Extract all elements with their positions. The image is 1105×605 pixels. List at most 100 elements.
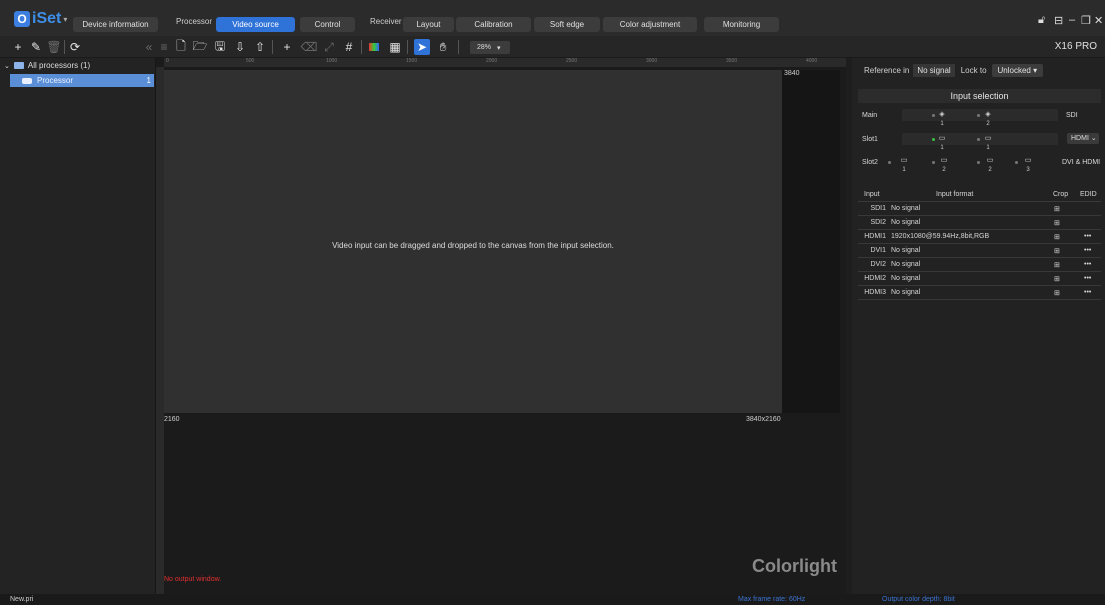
edid-menu[interactable]: ••• — [1084, 289, 1091, 296]
row-input: DVI1 — [870, 247, 886, 254]
table-row[interactable]: HDMI3 No signal ⊞ ••• — [858, 286, 1101, 300]
input-selection-title: Input selection — [858, 89, 1101, 103]
refresh-icon[interactable]: ⟳ — [67, 39, 83, 55]
ruler-tick: 1500 — [406, 58, 418, 64]
lock-to-select[interactable]: Unlocked ▾ — [991, 64, 1044, 77]
chevron-down-icon[interactable]: ⌄ — [4, 62, 10, 70]
edid-menu[interactable]: ••• — [1084, 261, 1091, 268]
tree-item-label: Processor — [37, 76, 74, 85]
col-input-format: Input format — [936, 191, 974, 198]
logo-mark: O — [14, 11, 30, 27]
table-row[interactable]: SDI1 No signal ⊞ — [858, 202, 1101, 216]
main-label: Main — [862, 112, 878, 119]
tab-monitoring[interactable]: Monitoring — [704, 17, 779, 32]
edit-icon[interactable]: ✎ — [28, 39, 44, 55]
toolbar-divider — [407, 40, 408, 54]
dvi-port-icon[interactable]: ▭ — [936, 156, 952, 164]
row-input: HDMI3 — [864, 289, 886, 296]
row-format: No signal — [891, 261, 921, 268]
add-window-icon[interactable]: + — [279, 39, 295, 55]
vertical-ruler — [156, 67, 164, 594]
edid-menu[interactable]: ••• — [1084, 233, 1091, 240]
export-icon[interactable]: ⇧ — [252, 39, 268, 55]
crop-icon[interactable]: ⊞ — [1054, 247, 1060, 255]
output-canvas[interactable]: Video input can be dragged and dropped t… — [164, 70, 782, 413]
ruler-tick: 500 — [246, 58, 255, 64]
ruler-tick: 0 — [166, 58, 169, 64]
add-icon[interactable]: + — [10, 39, 26, 55]
dvi-port-icon[interactable]: ▭ — [896, 156, 912, 164]
color-bars-icon[interactable] — [366, 39, 382, 55]
clear-icon[interactable]: ⌫ — [301, 39, 318, 55]
minimize-icon[interactable]: – — [1069, 14, 1075, 26]
horizontal-ruler: 0 500 1000 1500 2000 2500 3000 3500 4000 — [164, 58, 846, 67]
crop-icon[interactable]: ⊞ — [1054, 261, 1060, 269]
row-input: SDI2 — [870, 219, 886, 226]
fit-icon[interactable]: ⤢ — [321, 39, 337, 55]
sdi-port-icon[interactable]: ◈ — [980, 110, 996, 118]
sdi-port-icon[interactable]: ◈ — [934, 110, 950, 118]
tree-item-processor[interactable]: Processor 1 — [10, 74, 154, 87]
canvas-height-label: 2160 — [164, 416, 180, 423]
group-label-receiver: Receiver — [370, 17, 402, 26]
app-logo[interactable]: O iSet ▾ — [14, 9, 67, 29]
tab-soft-edge[interactable]: Soft edge — [534, 17, 600, 32]
file-name: New.pri — [10, 596, 34, 603]
table-row[interactable]: DVI2 No signal ⊞ ••• — [858, 258, 1101, 272]
crop-icon[interactable]: ⊞ — [1054, 205, 1060, 213]
tree-root[interactable]: ⌄ All processors (1) — [4, 61, 90, 70]
ruler-tick: 4000 — [806, 58, 818, 64]
collapse-panel-icon[interactable]: « — [141, 39, 157, 55]
no-output-warning: No output window. — [164, 576, 222, 583]
open-folder-icon[interactable]: 🗁 — [192, 39, 208, 55]
table-row[interactable]: HDMI1 1920x1080@59.94Hz,8bit,RGB ⊞ ••• — [858, 230, 1101, 244]
delete-icon[interactable]: 🗑︎ — [46, 39, 62, 55]
restore-icon[interactable]: ❐ — [1081, 14, 1091, 27]
tab-control[interactable]: Control — [300, 17, 355, 32]
edid-menu[interactable]: ••• — [1084, 275, 1091, 282]
tab-color-adjustment[interactable]: Color adjustment — [603, 17, 697, 32]
hdmi-port-icon[interactable]: ▭ — [980, 134, 996, 142]
layers-icon[interactable]: ▦ — [387, 39, 403, 55]
import-icon[interactable]: ⇩ — [232, 39, 248, 55]
canvas-area[interactable]: 0 500 1000 1500 2000 2500 3000 3500 4000… — [156, 58, 846, 594]
slot1-type-select[interactable]: HDMI ⌄ — [1067, 133, 1099, 144]
hdmi-port-icon[interactable]: ▭ — [982, 156, 998, 164]
menu-icon[interactable]: ≡ — [156, 39, 172, 55]
tab-layout[interactable]: Layout — [403, 17, 454, 32]
tab-video-source[interactable]: Video source — [216, 17, 295, 32]
table-row[interactable]: DVI1 No signal ⊞ ••• — [858, 244, 1101, 258]
crop-icon[interactable]: ⊞ — [1054, 289, 1060, 297]
select-pointer-icon[interactable]: ➤ — [414, 39, 430, 55]
status-dot — [888, 161, 891, 164]
chevron-down-icon: ▾ — [63, 14, 68, 24]
close-icon[interactable]: ✕ — [1094, 14, 1103, 27]
chevron-down-icon: ▾ — [497, 44, 501, 52]
tab-calibration[interactable]: Calibration — [456, 17, 531, 32]
table-row[interactable]: HDMI2 No signal ⊞ ••• — [858, 272, 1101, 286]
hand-pan-icon[interactable]: ✋︎ — [435, 39, 451, 55]
toolbar-divider — [458, 40, 459, 54]
pin-icon[interactable]: ⊟ — [1054, 14, 1063, 27]
crop-icon[interactable]: ⊞ — [1054, 219, 1060, 227]
table-row[interactable]: SDI2 No signal ⊞ — [858, 216, 1101, 230]
new-file-icon[interactable]: 🗋 — [173, 39, 189, 55]
ruler-tick: 3000 — [646, 58, 658, 64]
crop-icon[interactable]: ⊞ — [1054, 233, 1060, 241]
crop-icon[interactable]: ⊞ — [1054, 275, 1060, 283]
hdmi-port-icon[interactable]: ▭ — [1020, 156, 1036, 164]
lock-to-value: Unlocked — [997, 66, 1031, 75]
row-format: No signal — [891, 289, 921, 296]
save-icon[interactable]: 🖫 — [212, 39, 228, 55]
status-dot — [932, 161, 935, 164]
lock-icon[interactable]: 🔓︎ — [1038, 14, 1045, 27]
edid-menu[interactable]: ••• — [1084, 247, 1091, 254]
hdmi-port-icon[interactable]: ▭ — [934, 134, 950, 142]
tab-device-information[interactable]: Device information — [73, 17, 158, 32]
max-frame-rate: Max frame rate: 60Hz — [738, 596, 806, 603]
ruler-tick: 1000 — [326, 58, 338, 64]
grid-icon[interactable]: # — [341, 39, 357, 55]
zoom-select[interactable]: 28% ▾ — [470, 41, 510, 54]
tree-root-label: All processors (1) — [27, 61, 91, 70]
lock-to-label: Lock to — [960, 66, 987, 75]
